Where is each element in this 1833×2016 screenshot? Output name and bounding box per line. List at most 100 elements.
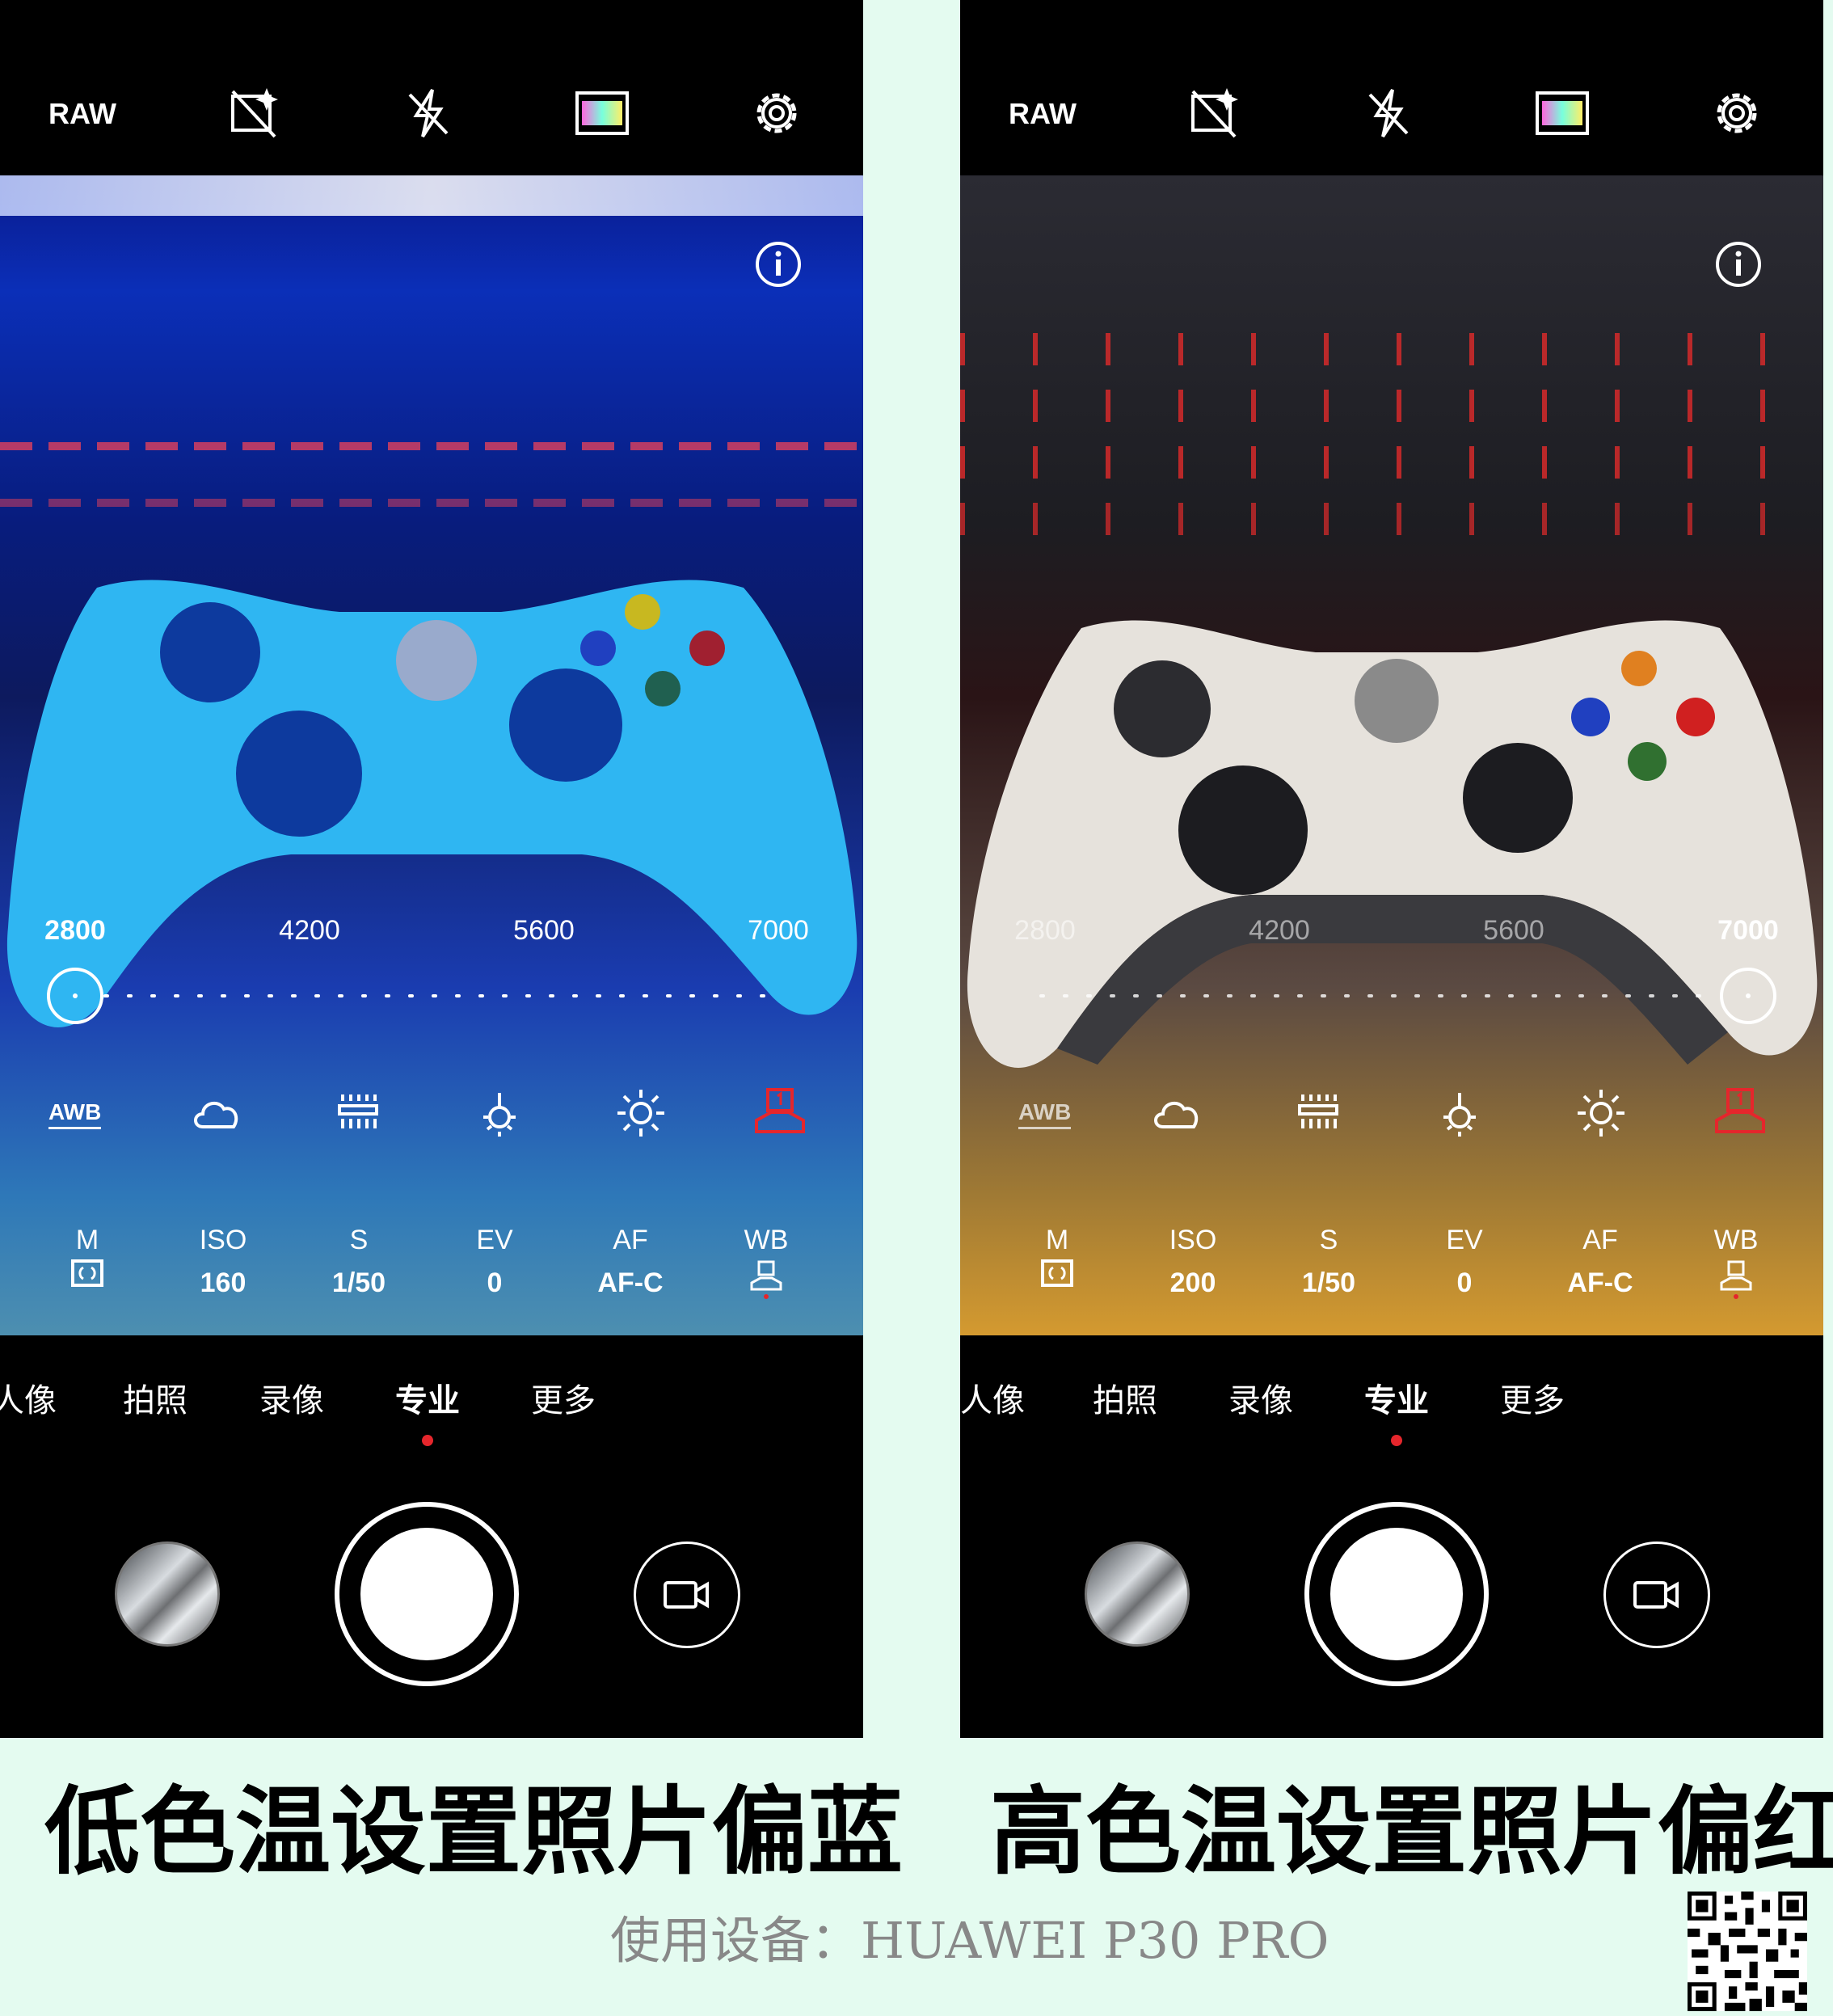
- param-iso[interactable]: ISO 200: [1144, 1222, 1241, 1299]
- param-ev[interactable]: EV 0: [446, 1222, 543, 1299]
- param-iso[interactable]: ISO 160: [175, 1222, 272, 1299]
- tab-video[interactable]: 录像: [259, 1374, 324, 1421]
- tab-portrait[interactable]: 人像: [0, 1374, 57, 1421]
- video-camera-icon: [664, 1581, 709, 1609]
- param-label: S: [349, 1225, 369, 1255]
- shutter-button[interactable]: [1330, 1528, 1463, 1660]
- awb-mode[interactable]: AWB: [48, 1099, 102, 1129]
- param-value: 0: [487, 1267, 503, 1298]
- color-filter-icon[interactable]: [1534, 85, 1591, 141]
- param-value: 0: [1456, 1267, 1473, 1298]
- wb-slider[interactable]: [0, 964, 863, 1028]
- active-tab-indicator: [1391, 1435, 1402, 1446]
- settings-gear-icon[interactable]: [748, 85, 805, 141]
- param-shutter[interactable]: S 1/50: [1280, 1222, 1377, 1299]
- viewfinder[interactable]: 2800 4200 5600 7000 AWB M ISO 200 S 1/50…: [960, 175, 1823, 1335]
- mode-tabs: 人像 拍照 录像 专业 更多: [960, 1374, 1823, 1423]
- param-value: 1/50: [1301, 1267, 1356, 1298]
- param-label: AF: [613, 1225, 648, 1255]
- keyboard-backlight: [960, 333, 1823, 365]
- tab-photo[interactable]: 拍照: [1093, 1374, 1157, 1421]
- sunny-icon[interactable]: [613, 1085, 669, 1141]
- tab-pro[interactable]: 专业: [1364, 1374, 1429, 1421]
- param-shutter[interactable]: S 1/50: [310, 1222, 407, 1299]
- flash-off-icon[interactable]: [1360, 85, 1417, 141]
- wb-tick-7000: 7000: [1717, 915, 1779, 946]
- switch-video-button[interactable]: [634, 1542, 740, 1648]
- wb-mode-bar: AWB: [0, 1085, 863, 1141]
- active-tab-indicator: [422, 1435, 433, 1446]
- top-toolbar: RAW: [960, 0, 1823, 175]
- param-wb[interactable]: WB: [1688, 1222, 1785, 1303]
- no-ai-icon[interactable]: [226, 85, 283, 141]
- metering-icon: [1041, 1259, 1073, 1287]
- caption-high-temp: 高色温设置照片偏红: [990, 1775, 1833, 1887]
- camera-screen-high-temp: RAW 2800 4200 5600 7000 AWB M ISO 200 S …: [960, 0, 1823, 1738]
- param-label: WB: [1713, 1225, 1759, 1255]
- cloudy-icon[interactable]: [188, 1085, 245, 1141]
- keyboard-backlight: [0, 442, 863, 450]
- param-af[interactable]: AF AF-C: [1552, 1222, 1649, 1299]
- raw-toggle[interactable]: RAW: [1009, 97, 1077, 131]
- shutter-button[interactable]: [360, 1528, 493, 1660]
- color-filter-icon[interactable]: [574, 85, 630, 141]
- custom-wb-icon: [1720, 1260, 1752, 1299]
- param-ev[interactable]: EV 0: [1416, 1222, 1513, 1299]
- param-value: AF-C: [1567, 1267, 1633, 1298]
- param-label: M: [1045, 1225, 1069, 1255]
- keyboard-backlight: [960, 390, 1823, 422]
- game-controller: [6, 580, 858, 1027]
- keyboard-backlight: [960, 446, 1823, 479]
- param-label: WB: [744, 1225, 789, 1255]
- custom-wb-icon[interactable]: [1712, 1085, 1768, 1141]
- fluorescent-icon[interactable]: [330, 1085, 386, 1141]
- flash-off-icon[interactable]: [400, 85, 457, 141]
- param-label: M: [75, 1225, 99, 1255]
- metering-icon: [71, 1259, 103, 1287]
- wb-tick-2800: 2800: [1014, 915, 1076, 946]
- wb-mode-bar: AWB: [960, 1085, 1823, 1141]
- qr-code-icon: [1688, 1892, 1807, 2011]
- incandescent-icon[interactable]: [471, 1085, 528, 1141]
- incandescent-icon[interactable]: [1431, 1085, 1488, 1141]
- viewfinder[interactable]: 2800 4200 5600 7000 AWB M ISO 160 S 1/50…: [0, 175, 863, 1335]
- no-ai-icon[interactable]: [1186, 85, 1243, 141]
- param-label: ISO: [1169, 1225, 1217, 1255]
- param-label: EV: [1446, 1225, 1483, 1255]
- raw-toggle[interactable]: RAW: [48, 97, 116, 131]
- param-af[interactable]: AF AF-C: [582, 1222, 679, 1299]
- tab-portrait[interactable]: 人像: [960, 1374, 1025, 1421]
- custom-wb-icon: [750, 1260, 782, 1299]
- keyboard-backlight: [960, 503, 1823, 535]
- monitor-screen: [0, 175, 863, 216]
- switch-video-button[interactable]: [1603, 1542, 1710, 1648]
- fluorescent-icon[interactable]: [1290, 1085, 1346, 1141]
- param-value: 200: [1169, 1267, 1216, 1298]
- param-value: AF-C: [597, 1267, 664, 1298]
- wb-tick-4200: 4200: [279, 915, 340, 946]
- settings-gear-icon[interactable]: [1709, 85, 1765, 141]
- tab-photo[interactable]: 拍照: [123, 1374, 188, 1421]
- pro-params: M ISO 160 S 1/50 EV 0 AF AF-C WB: [0, 1222, 863, 1335]
- param-wb[interactable]: WB: [718, 1222, 815, 1303]
- awb-mode[interactable]: AWB: [1018, 1099, 1072, 1129]
- tab-more[interactable]: 更多: [531, 1374, 596, 1421]
- custom-wb-icon[interactable]: [752, 1085, 808, 1141]
- caption-low-temp: 低色温设置照片偏蓝: [44, 1775, 904, 1887]
- wb-slider[interactable]: [960, 964, 1823, 1028]
- sunny-icon[interactable]: [1573, 1085, 1629, 1141]
- info-icon[interactable]: [754, 240, 803, 289]
- gallery-thumbnail[interactable]: [1085, 1542, 1190, 1647]
- info-icon[interactable]: [1714, 240, 1763, 289]
- cloudy-icon[interactable]: [1148, 1085, 1205, 1141]
- param-value: 160: [200, 1267, 247, 1298]
- gallery-thumbnail[interactable]: [115, 1542, 220, 1647]
- tab-more[interactable]: 更多: [1500, 1374, 1565, 1421]
- device-label: 使用设备：HUAWEI P30 PRO: [610, 1911, 1329, 1970]
- top-toolbar: RAW: [0, 0, 863, 175]
- param-metering[interactable]: M: [39, 1222, 136, 1292]
- param-metering[interactable]: M: [1009, 1222, 1106, 1292]
- tab-video[interactable]: 录像: [1228, 1374, 1293, 1421]
- tab-pro[interactable]: 专业: [395, 1374, 460, 1421]
- param-label: AF: [1582, 1225, 1618, 1255]
